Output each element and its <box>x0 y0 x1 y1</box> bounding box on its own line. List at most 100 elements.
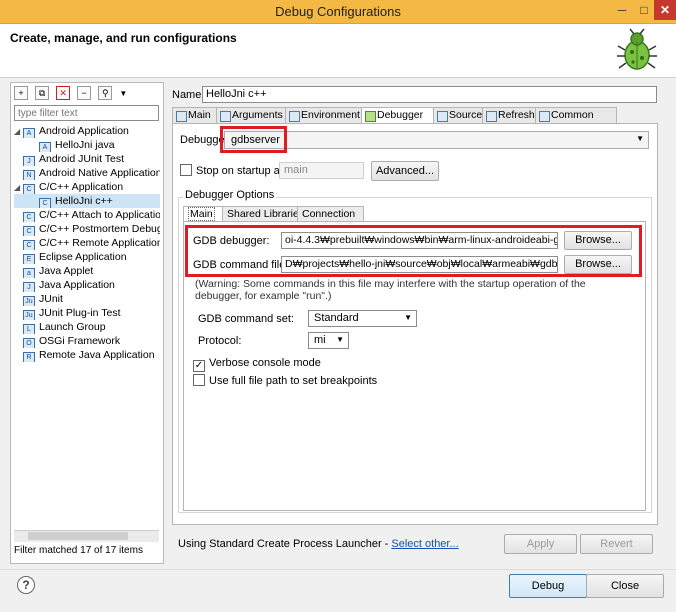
tree-item-label: Eclipse Application <box>39 251 127 263</box>
source-tab-icon <box>437 111 448 122</box>
tree-item[interactable]: E Eclipse Application <box>14 250 160 264</box>
inner-tab-shared-libraries[interactable]: Shared Libraries <box>222 206 306 222</box>
delete-icon[interactable]: ✕ <box>56 86 71 100</box>
config-type-icon: O <box>23 338 35 348</box>
tree-item[interactable]: ◢ C C/C++ Application <box>14 180 160 194</box>
config-type-icon: C <box>23 212 35 222</box>
config-type-icon: N <box>23 170 35 180</box>
stop-at-field[interactable]: main <box>279 162 364 179</box>
banner-heading: Create, manage, and run configurations <box>10 31 237 45</box>
close-button[interactable]: Close <box>586 574 664 598</box>
tree-item[interactable]: Ju JUnit Plug-in Test <box>14 306 160 320</box>
tree-item[interactable]: N Android Native Application <box>14 166 160 180</box>
tree-item[interactable]: a Java Applet <box>14 264 160 278</box>
tree-item[interactable]: L Launch Group <box>14 320 160 334</box>
tree-item-label: C/C++ Application <box>39 181 124 193</box>
help-icon[interactable]: ? <box>17 576 35 594</box>
filter-status: Filter matched 17 of 17 items <box>14 545 143 556</box>
configuration-tree: ◢ A Android Application A HelloJni java J Andr… <box>14 124 160 362</box>
main-tab-icon <box>176 111 187 122</box>
tree-item[interactable]: ◢ A Android Application <box>14 124 160 138</box>
tree-item[interactable]: C C/C++ Postmortem Debugger <box>14 222 160 236</box>
collapse-all-icon[interactable]: − <box>77 86 92 100</box>
verbose-console-checkbox[interactable]: ✓ <box>193 360 205 372</box>
config-type-icon: C <box>23 184 35 194</box>
name-label: Name: <box>172 89 205 101</box>
expand-toggle-icon[interactable]: ◢ <box>14 125 23 138</box>
tree-item[interactable]: C HelloJni c++ <box>14 194 160 208</box>
filter-menu-chevron-icon[interactable]: ▼ <box>119 89 127 98</box>
config-type-icon: J <box>23 282 35 292</box>
tree-item-label: HelloJni java <box>55 139 115 151</box>
environment-tab-icon <box>289 111 300 122</box>
launcher-line: Using Standard Create Process Launcher -… <box>178 538 459 550</box>
refresh-tab-icon <box>486 111 497 122</box>
tree-item[interactable]: Ju JUnit <box>14 292 160 306</box>
config-type-icon: A <box>23 128 35 138</box>
chevron-down-icon: ▼ <box>404 313 412 322</box>
name-field[interactable]: HelloJni c++ <box>202 86 657 103</box>
debugger-select[interactable]: gdbserver ▼ <box>224 131 649 149</box>
debug-button[interactable]: Debug <box>509 574 587 598</box>
full-path-option[interactable]: Use full file path to set breakpoints <box>193 374 377 387</box>
tree-item-label: HelloJni c++ <box>55 195 113 207</box>
tree-item-label: OSGi Framework <box>39 335 121 347</box>
revert-button[interactable]: Revert <box>580 534 653 554</box>
tree-item-label: Android Native Application <box>39 167 160 179</box>
config-type-icon: L <box>23 324 35 334</box>
verbose-console-option[interactable]: ✓ Verbose console mode <box>193 357 321 372</box>
filter-icon[interactable]: ⚲ <box>98 86 113 100</box>
tree-item[interactable]: A HelloJni java <box>14 138 160 152</box>
command-file-warning: (Warning: Some commands in this file may… <box>195 278 586 302</box>
apply-button[interactable]: Apply <box>504 534 577 554</box>
stop-on-startup-checkbox[interactable] <box>180 164 192 176</box>
tree-item-label: Remote Java Application <box>39 349 155 361</box>
protocol-select[interactable]: mi ▼ <box>308 332 349 349</box>
protocol-label: Protocol: <box>198 335 242 347</box>
left-toolbar: + ⧉ ✕ − ⚲ ▼ <box>14 86 127 100</box>
expand-toggle-icon[interactable]: ◢ <box>14 181 23 194</box>
full-path-checkbox[interactable] <box>193 374 205 386</box>
bug-tab-icon <box>365 111 376 122</box>
config-type-icon: Ju <box>23 296 35 306</box>
config-type-icon: C <box>23 240 35 250</box>
new-config-icon[interactable]: + <box>14 86 28 100</box>
tree-item-label: Java Applet <box>39 265 94 277</box>
debugger-options-label: Debugger Options <box>183 189 277 201</box>
stop-on-startup[interactable]: Stop on startup at: <box>180 164 286 177</box>
tree-item-label: JUnit Plug-in Test <box>39 307 121 319</box>
header-banner: Create, manage, and run configurations <box>0 24 676 78</box>
tree-item[interactable]: J Android JUnit Test <box>14 152 160 166</box>
scrollbar-thumb[interactable] <box>28 532 128 540</box>
advanced-button[interactable]: Advanced... <box>371 161 439 181</box>
config-type-icon: Ju <box>23 310 35 320</box>
duplicate-icon[interactable]: ⧉ <box>35 86 50 100</box>
arguments-tab-icon <box>220 111 231 122</box>
tree-item-label: Android JUnit Test <box>39 153 125 165</box>
tab-common[interactable]: Common <box>535 107 617 124</box>
config-type-icon: J <box>23 156 35 166</box>
title-bar: Debug Configurations ─ □ ✕ <box>0 0 676 24</box>
tree-item[interactable]: R Remote Java Application <box>14 348 160 362</box>
config-type-icon: C <box>23 226 35 236</box>
gdb-command-set-select[interactable]: Standard ▼ <box>308 310 417 327</box>
tree-item[interactable]: J Java Application <box>14 278 160 292</box>
tree-item-label: C/C++ Attach to Application <box>39 209 160 221</box>
config-type-icon: R <box>23 352 35 362</box>
tree-item-label: JUnit <box>39 293 63 305</box>
gdb-command-set-label: GDB command set: <box>198 313 294 325</box>
tree-item[interactable]: O OSGi Framework <box>14 334 160 348</box>
window-close-button[interactable]: ✕ <box>654 0 676 20</box>
tree-item[interactable]: C C/C++ Remote Application <box>14 236 160 250</box>
maximize-button[interactable]: □ <box>634 0 654 20</box>
select-other-link[interactable]: Select other... <box>391 538 458 550</box>
tree-item-label: Java Application <box>39 279 115 291</box>
inner-tab-connection[interactable]: Connection <box>297 206 364 222</box>
tree-item-label: Launch Group <box>39 321 106 333</box>
highlight-gdb-paths <box>185 225 642 277</box>
tree-item[interactable]: C C/C++ Attach to Application <box>14 208 160 222</box>
common-tab-icon <box>539 111 550 122</box>
minimize-button[interactable]: ─ <box>612 0 632 20</box>
filter-input[interactable] <box>14 105 159 121</box>
chevron-down-icon: ▼ <box>636 134 644 143</box>
